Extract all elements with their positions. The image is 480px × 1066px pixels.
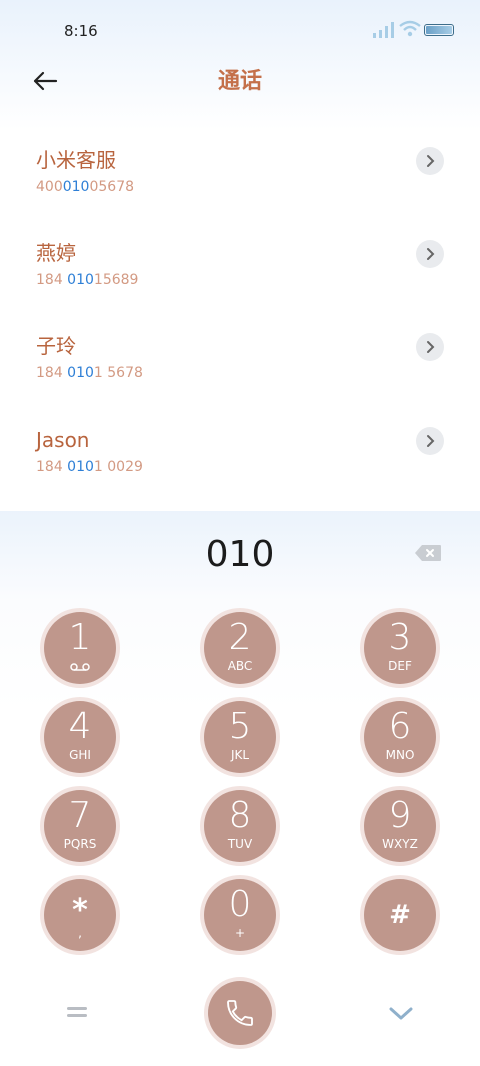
chevron-right-icon[interactable] (416, 427, 444, 455)
key-6[interactable]: 6 MNO (364, 701, 436, 773)
key-5[interactable]: 5 JKL (204, 701, 276, 773)
key-7[interactable]: 7 PQRS (44, 790, 116, 862)
contact-item[interactable]: 燕婷 184 01015689 (0, 240, 480, 332)
menu-icon[interactable] (64, 1005, 90, 1019)
voicemail-icon (70, 663, 90, 671)
contact-number: 40001005678 (36, 179, 135, 195)
key-1[interactable]: 1 (44, 612, 116, 684)
call-button[interactable] (208, 981, 272, 1045)
wifi-icon (399, 20, 421, 37)
contact-item[interactable]: 小米客服 40001005678 (0, 147, 480, 239)
chevron-right-icon[interactable] (416, 333, 444, 361)
chevron-right-icon[interactable] (416, 147, 444, 175)
signal-icon (373, 22, 394, 38)
status-time: 8:16 (64, 22, 98, 40)
dialpad-panel: 010 1 2 ABC 3 DEF 4 GHI 5 JKL 6 MNO 7 PQRS 8 TU… (0, 511, 480, 1066)
key-4[interactable]: 4 GHI (44, 701, 116, 773)
contact-item[interactable]: Jason 184 0101 0029 (0, 427, 480, 519)
key-2[interactable]: 2 ABC (204, 612, 276, 684)
key-star[interactable]: *, (44, 879, 116, 951)
chevron-down-icon[interactable] (388, 1005, 414, 1021)
key-hash[interactable]: # (364, 879, 436, 951)
page-title: 通话 (217, 69, 262, 94)
contact-item[interactable]: 子玲 184 0101 5678 (0, 333, 480, 425)
status-bar: 8:16 (0, 0, 480, 60)
contact-number: 184 0101 0029 (36, 459, 143, 475)
key-9[interactable]: 9 WXYZ (364, 790, 436, 862)
chevron-right-icon[interactable] (416, 240, 444, 268)
contact-number: 184 01015689 (36, 272, 139, 288)
contact-name: 小米客服 (36, 148, 116, 172)
key-8[interactable]: 8 TUV (204, 790, 276, 862)
phone-icon (227, 1000, 253, 1026)
contact-number: 184 0101 5678 (36, 365, 143, 381)
key-3[interactable]: 3 DEF (364, 612, 436, 684)
dialed-number: 010 (205, 534, 275, 575)
contact-name: 燕婷 (36, 241, 76, 265)
backspace-icon[interactable] (414, 544, 442, 562)
key-0[interactable]: 0 + (204, 879, 276, 951)
contact-name: Jason (36, 428, 90, 452)
battery-icon (424, 24, 454, 36)
contact-name: 子玲 (36, 334, 76, 358)
